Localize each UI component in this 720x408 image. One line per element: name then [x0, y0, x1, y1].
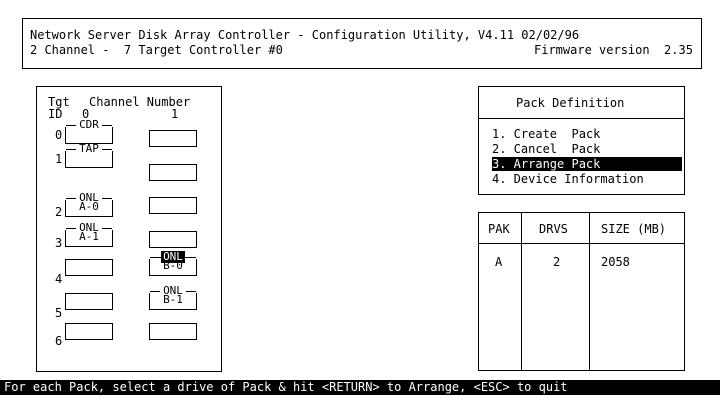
pack-table-col-divider-2 [589, 212, 590, 371]
header-firmware-version: Firmware version 2.35 [534, 43, 693, 57]
target-id-5: 5 [55, 306, 63, 320]
pack-table-header-size: SIZE (MB) [601, 222, 667, 236]
drive-slot-status: CDR [79, 118, 99, 131]
header-title: Network Server Disk Array Controller - C… [30, 28, 580, 42]
drive-slot-pack: A-1 [79, 230, 99, 243]
pack-table-cell-drvs[interactable]: 2 [553, 255, 560, 269]
drive-slot-2-0[interactable]: ONL A-0 [65, 192, 113, 217]
menu-divider [478, 118, 685, 119]
drive-slot-1-1[interactable] [149, 164, 197, 181]
pack-table-cell-pak[interactable]: A [495, 255, 502, 269]
drive-slot-6-0[interactable] [65, 323, 113, 340]
drive-slot-3-0[interactable]: ONL A-1 [65, 222, 113, 247]
pack-table-header-divider [478, 243, 685, 244]
target-id-3: 3 [55, 236, 63, 250]
pack-table-header-drvs: DRVS [539, 222, 568, 236]
menu-item-create-pack[interactable]: 1. Create Pack [492, 127, 682, 141]
drive-slot-4-1[interactable]: ONL B-0 [149, 251, 197, 276]
pack-table-col-divider-1 [521, 212, 522, 371]
drive-slot-5-1[interactable]: ONL B-1 [149, 285, 197, 310]
target-id-2: 2 [55, 205, 63, 219]
drive-slot-2-1[interactable] [149, 197, 197, 214]
drive-slot-3-1[interactable] [149, 231, 197, 248]
drive-slot-0-1[interactable] [149, 130, 197, 147]
target-id-4: 4 [55, 272, 63, 286]
menu-item-arrange-pack[interactable]: 3. Arrange Pack [492, 157, 682, 171]
drive-slot-pack: B-1 [163, 293, 183, 306]
menu-item-device-information[interactable]: 4. Device Information [492, 172, 682, 186]
drive-slot-4-0[interactable] [65, 259, 113, 276]
pack-table-header-pak: PAK [488, 222, 510, 236]
pack-table-cell-size[interactable]: 2058 [601, 255, 630, 269]
channel-1-label: 1 [171, 107, 179, 121]
target-id-6: 6 [55, 334, 63, 348]
drive-slot-pack: B-0 [163, 259, 183, 272]
menu-item-cancel-pack[interactable]: 2. Cancel Pack [492, 142, 682, 156]
header-controller-info: 2 Channel - 7 Target Controller #0 [30, 43, 283, 57]
column-head-id: ID [48, 107, 63, 121]
drive-slot-5-0[interactable] [65, 293, 113, 310]
drive-slot-status: TAP [79, 142, 99, 155]
target-id-1: 1 [55, 152, 63, 166]
menu-title: Pack Definition [516, 96, 625, 110]
target-id-0: 0 [55, 128, 63, 142]
drive-slot-6-1[interactable] [149, 323, 197, 340]
drive-slot-1-0[interactable]: TAP [65, 143, 113, 168]
drive-slot-pack: A-0 [79, 200, 99, 213]
status-bar: For each Pack, select a drive of Pack & … [0, 380, 720, 395]
